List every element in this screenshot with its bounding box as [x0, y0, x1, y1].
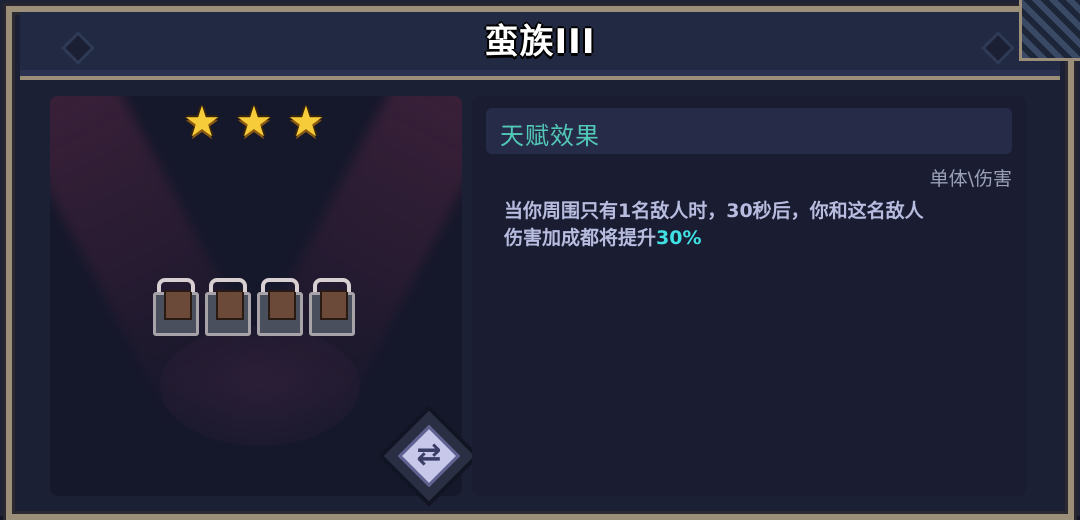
- star-icon: ★: [287, 97, 325, 146]
- talent-info-panel: 天赋效果 单体\伤害 当你周围只有1名敌人时，30秒后，你和这名敌人 伤害加成都…: [472, 96, 1026, 496]
- talent-description: 当你周围只有1名敌人时，30秒后，你和这名敌人 伤害加成都将提升30%: [504, 198, 994, 252]
- talent-dialog: 蛮族III ★ ★ ★ ⇄ 天赋效果 单体\伤害 当你周围只有1名敌人时，30秒…: [0, 0, 1080, 520]
- unit-group: [153, 278, 355, 336]
- talent-description-line2-text: 伤害加成都将提升: [504, 227, 657, 249]
- stage-glow: [160, 326, 360, 446]
- star-rating: ★ ★ ★: [182, 97, 326, 146]
- star-icon: ★: [183, 97, 221, 146]
- talent-description-line2: 伤害加成都将提升30%: [504, 225, 994, 252]
- talent-description-line1: 当你周围只有1名敌人时，30秒后，你和这名敌人: [504, 200, 924, 222]
- barbarian-unit-icon: [205, 278, 251, 336]
- talent-bonus-value: 30%: [656, 227, 702, 249]
- talent-category: 单体\伤害: [929, 168, 1012, 190]
- corner-ornament-icon: [1019, 0, 1080, 61]
- barbarian-unit-icon: [153, 278, 199, 336]
- star-icon: ★: [235, 97, 273, 146]
- talent-header-title: 天赋效果: [500, 122, 600, 150]
- talent-header: 天赋效果: [486, 108, 1012, 154]
- barbarian-unit-icon: [309, 278, 355, 336]
- dialog-title: 蛮族III: [484, 22, 596, 62]
- barbarian-unit-icon: [257, 278, 303, 336]
- swap-icon[interactable]: ⇄: [404, 430, 454, 480]
